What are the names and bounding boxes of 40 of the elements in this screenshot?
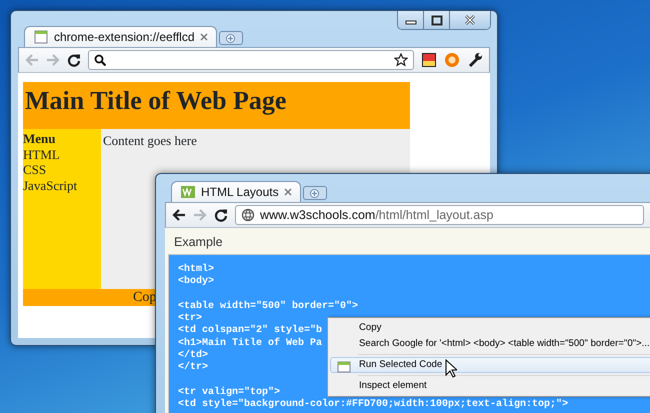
code-line: <td style="background-color:#FFD700;width:100px;text-align:top;"> <box>178 399 568 412</box>
code-line: <tr valign="top"> <box>178 386 280 398</box>
minimize-button[interactable] <box>398 11 424 29</box>
plus-icon <box>226 34 236 42</box>
page-title: Main Title of Web Page <box>23 82 410 129</box>
browser-tab[interactable]: chrome-extension://eefflcd <box>24 26 217 47</box>
code-line: </tr> <box>178 362 208 375</box>
close-icon[interactable] <box>284 188 292 196</box>
code-line: <html> <box>178 264 214 276</box>
globe-icon <box>241 208 255 222</box>
w3-logo-icon <box>180 185 196 199</box>
code-line: <body> <box>178 276 214 289</box>
plus-icon <box>310 188 320 198</box>
menu-item[interactable]: Copy <box>330 320 650 336</box>
new-tab-button[interactable] <box>302 186 327 200</box>
sidebar-link[interactable]: CSS <box>23 162 46 178</box>
search-icon <box>94 54 106 66</box>
page-icon <box>33 30 49 44</box>
sidebar-link[interactable]: JavaScript <box>23 178 78 193</box>
cursor-icon <box>445 359 457 378</box>
menu-item[interactable]: Search Google for '<html> <body> <table width="500" border="0">...' <box>330 336 650 352</box>
close-icon[interactable] <box>200 33 208 41</box>
code-line: <h1>Main Title of Web Pa <box>178 338 322 350</box>
new-tab-button[interactable] <box>218 31 243 45</box>
page-icon <box>337 361 351 373</box>
sidebar-link[interactable]: HTML <box>23 146 60 162</box>
menu-item[interactable]: Inspect element <box>330 378 650 394</box>
browser-tab[interactable]: HTML Layouts <box>171 181 301 202</box>
content-text: Content goes here <box>103 133 197 148</box>
section-heading: Example <box>173 234 224 251</box>
code-line: </td> <box>178 350 208 362</box>
menu-item[interactable]: Run Selected Code <box>330 357 650 373</box>
close-icon <box>464 14 476 26</box>
code-line: <td colspan="2" style="b <box>178 325 322 338</box>
url-text: www.w3schools.com/html/html_layout.asp <box>260 206 494 224</box>
close-button[interactable] <box>450 11 490 29</box>
menu-heading: Menu <box>23 131 56 146</box>
maximize-icon <box>430 14 442 26</box>
code-line: <tr> <box>178 313 202 324</box>
maximize-button[interactable] <box>424 11 450 29</box>
